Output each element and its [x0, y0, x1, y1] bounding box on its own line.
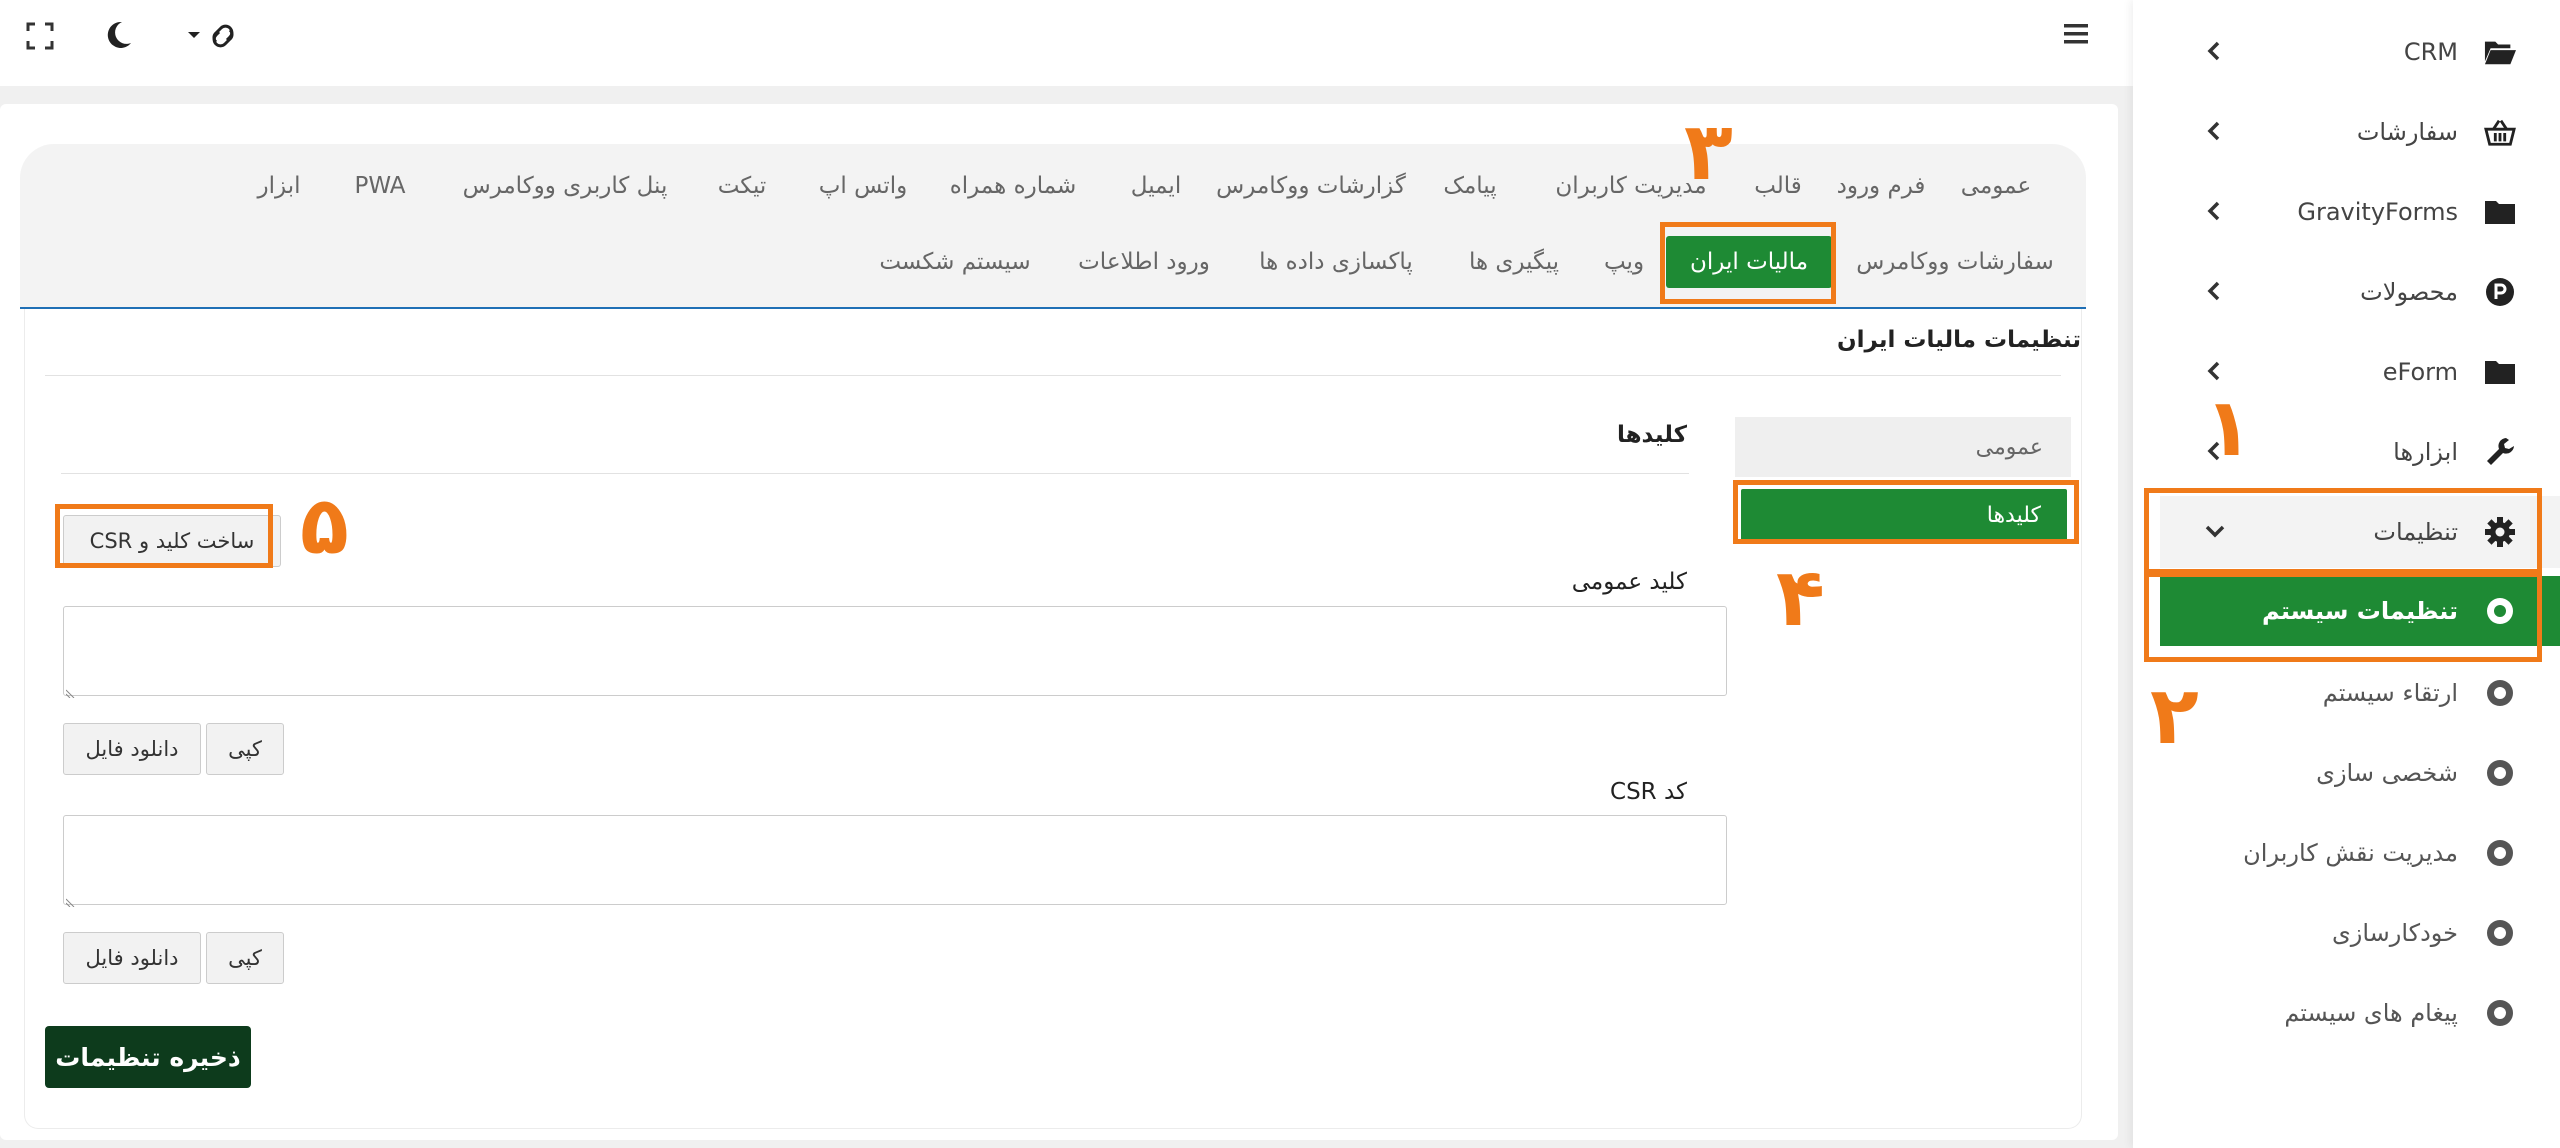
tab-woocommerce-user-panel[interactable]: پنل کاربری ووکامرس — [452, 160, 678, 212]
generate-key-csr-button[interactable]: ساخت کلید و CSR — [63, 515, 281, 567]
tab-general[interactable]: عمومی — [1946, 160, 2046, 212]
sidebar-item-products[interactable]: محصولات — [2160, 256, 2560, 328]
csr-download-button[interactable]: دانلود فایل — [63, 932, 201, 984]
folder-open-icon — [2484, 36, 2516, 68]
app-root: عمومی فرم ورود قالب مدیریت کاربران پیامک… — [0, 0, 2560, 1148]
annotation-number-5: ۵ — [300, 479, 349, 572]
chevron-left-icon — [2202, 38, 2228, 64]
tab-ticket[interactable]: تیکت — [702, 160, 782, 212]
tab-email[interactable]: ایمیل — [1116, 160, 1196, 212]
csr-copy-button[interactable]: کپی — [206, 932, 284, 984]
circle-dot-icon — [2484, 837, 2516, 869]
side-menu-general[interactable]: عمومی — [1735, 417, 2071, 477]
hamburger-menu-icon[interactable] — [2064, 22, 2088, 46]
tab-pwa[interactable]: PWA — [342, 160, 418, 212]
chevron-down-icon — [2202, 518, 2228, 544]
settings-panel: تنظیمات مالیات ایران عمومی کلیدها کلیدها… — [24, 309, 2082, 1129]
annotation-number-1: ۱ — [2204, 381, 2253, 474]
circle-dot-icon — [2484, 997, 2516, 1029]
section-title: تنظیمات مالیات ایران — [1837, 327, 2081, 353]
tab-data-import[interactable]: ورود اطلاعات — [1064, 236, 1224, 288]
sidebar-subitem-system-settings[interactable]: تنظیمات سیستم — [2160, 576, 2560, 646]
tab-template[interactable]: قالب — [1743, 160, 1813, 212]
circle-dot-icon — [2484, 595, 2516, 627]
csr-textarea[interactable] — [63, 815, 1727, 908]
folder-icon — [2484, 356, 2516, 388]
fullscreen-icon[interactable] — [26, 22, 54, 50]
save-settings-button[interactable]: ذخیره تنظیمات — [45, 1026, 251, 1088]
section-divider — [45, 375, 2061, 376]
panel-divider — [61, 473, 1689, 474]
circle-dot-icon — [2484, 757, 2516, 789]
csr-label: کد CSR — [1610, 779, 1687, 805]
annotation-number-4: ۴ — [1776, 551, 1825, 644]
tab-failure-system[interactable]: سیستم شکست — [870, 236, 1040, 288]
tab-sms[interactable]: پیامک — [1430, 160, 1510, 212]
chevron-left-icon — [2202, 278, 2228, 304]
tab-tools[interactable]: ابزار — [236, 160, 322, 212]
tab-iran-tax[interactable]: مالیات ایران — [1666, 236, 1832, 288]
public-key-textarea[interactable] — [63, 606, 1727, 699]
resize-handle-icon[interactable] — [65, 892, 76, 908]
public-key-label: کلید عمومی — [1571, 569, 1687, 595]
sidebar-item-gravityforms[interactable]: GravityForms — [2160, 176, 2560, 248]
tab-mobile-number[interactable]: شماره همراه — [938, 160, 1088, 212]
tab-voip[interactable]: ویپ — [1592, 236, 1656, 288]
dark-mode-moon-icon[interactable] — [104, 20, 132, 50]
tab-login-form[interactable]: فرم ورود — [1831, 160, 1931, 212]
link-dropdown-icon[interactable] — [186, 18, 246, 52]
annotation-number-3: ۳ — [1684, 105, 1733, 198]
tab-bar: عمومی فرم ورود قالب مدیریت کاربران پیامک… — [20, 144, 2086, 309]
annotation-number-2: ۲ — [2150, 669, 2199, 762]
sidebar-subitem-user-roles[interactable]: مدیریت نقش کاربران — [2160, 818, 2560, 888]
product-p-icon — [2484, 276, 2516, 308]
sidebar-subitem-automation[interactable]: خودکارسازی — [2160, 898, 2560, 968]
basket-icon — [2484, 116, 2516, 148]
sidebar-subitem-system-messages[interactable]: پیغام های سیستم — [2160, 978, 2560, 1048]
public-key-copy-button[interactable]: کپی — [206, 723, 284, 775]
tab-whatsapp[interactable]: واتس اپ — [808, 160, 918, 212]
circle-dot-icon — [2484, 677, 2516, 709]
chevron-left-icon — [2202, 118, 2228, 144]
tab-follow-ups[interactable]: پیگیری ها — [1454, 236, 1574, 288]
sidebar-item-settings[interactable]: تنظیمات — [2160, 496, 2560, 568]
circle-dot-icon — [2484, 917, 2516, 949]
sidebar-item-crm[interactable]: CRM — [2160, 16, 2560, 88]
top-bar — [0, 0, 2133, 86]
wrench-icon — [2484, 436, 2516, 468]
resize-handle-icon[interactable] — [65, 683, 76, 699]
gear-icon — [2484, 516, 2516, 548]
sidebar-subitem-system-upgrade[interactable]: ارتقاء سیستم — [2160, 658, 2560, 728]
tab-woocommerce-orders[interactable]: سفارشات ووکامرس — [1850, 236, 2060, 288]
public-key-download-button[interactable]: دانلود فایل — [63, 723, 201, 775]
folder-icon — [2484, 196, 2516, 228]
chevron-left-icon — [2202, 198, 2228, 224]
side-menu-keys[interactable]: کلیدها — [1741, 489, 2067, 541]
sidebar-subitem-customization[interactable]: شخصی سازی — [2160, 738, 2560, 808]
sidebar: CRM سفارشات GravityForms محصولات eForm ا… — [2133, 0, 2560, 1148]
panel-title: کلیدها — [1616, 422, 1687, 448]
tab-woocommerce-reports[interactable]: گزارشات ووکامرس — [1216, 160, 1406, 212]
sidebar-item-orders[interactable]: سفارشات — [2160, 96, 2560, 168]
tab-data-cleanup[interactable]: پاکسازی داده ها — [1246, 236, 1426, 288]
